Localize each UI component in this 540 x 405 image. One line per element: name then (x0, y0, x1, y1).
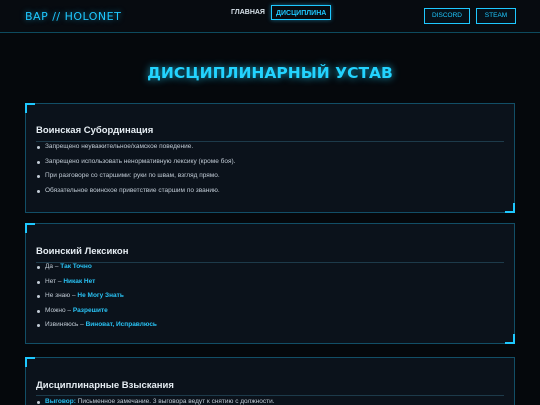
lexicon-term: Извиняюсь (45, 321, 79, 328)
lexicon-item: Можно – Разрешите (36, 304, 504, 319)
lexicon-item: Извиняюсь – Виноват, Исправлюсь (36, 318, 504, 333)
steam-button[interactable]: STEAM (476, 8, 516, 24)
lexicon-meaning: Разрешите (72, 306, 108, 314)
penalty-text: Письменное замечание. 3 выговора ведут к… (75, 398, 275, 405)
section-penalties: Дисциплинарные Взыскания Выговор: Письме… (25, 357, 515, 405)
list-item: Обязательное воинское приветствие старши… (36, 184, 504, 199)
section-title: Воинская Субординация (36, 125, 154, 136)
lexicon-term: Можно (45, 306, 66, 314)
lexicon-term: Да (45, 263, 54, 270)
lexicon-meaning: Виноват, Исправлюсь (85, 321, 157, 328)
lexicon-item: Да – Так Точно (36, 260, 504, 275)
lexicon-meaning: Никак Нет (63, 277, 96, 285)
penalty-item: Выговор: Письменное замечание. 3 выговор… (36, 395, 504, 405)
lexicon-meaning: Так Точно (60, 263, 92, 270)
lexicon-meaning: Не Могу Знать (77, 292, 124, 299)
lexicon-separator: – (65, 306, 73, 314)
section-title: Воинский Лексикон (36, 246, 129, 257)
top-nav-bar: ВАР // HOLONET ГЛАВНАЯ ДИСЦИПЛИНА DISCOR… (0, 0, 540, 33)
lexicon-separator: – (78, 321, 86, 328)
nav-discipline-link[interactable]: ДИСЦИПЛИНА (271, 5, 332, 20)
list-item: Запрещено использовать ненормативную лек… (36, 155, 504, 170)
nav-home-link[interactable]: ГЛАВНАЯ (227, 5, 269, 20)
lexicon-item: Нет – Никак Нет (36, 275, 504, 290)
lexicon-item: Не знаю – Не Могу Знать (36, 289, 504, 304)
list-item: Запрещено неуважительное/хамское поведен… (36, 140, 504, 155)
lexicon-term: Не знаю (45, 292, 71, 299)
list-item: При разговоре со старшими: руки по швам,… (36, 169, 504, 184)
penalty-term: Выговор: (45, 398, 76, 405)
section-subordination: Воинская Субординация Запрещено неуважит… (25, 103, 515, 213)
section-lexicon: Воинский Лексикон Да – Так Точно Нет – Н… (25, 223, 515, 344)
page-title: ДИСЦИПЛИНАРНЫЙ УСТАВ (147, 64, 393, 82)
section-title: Дисциплинарные Взыскания (36, 380, 174, 391)
lexicon-term: Нет (45, 277, 57, 285)
site-logo[interactable]: ВАР // HOLONET (25, 10, 121, 23)
discord-button[interactable]: DISCORD (424, 8, 470, 24)
